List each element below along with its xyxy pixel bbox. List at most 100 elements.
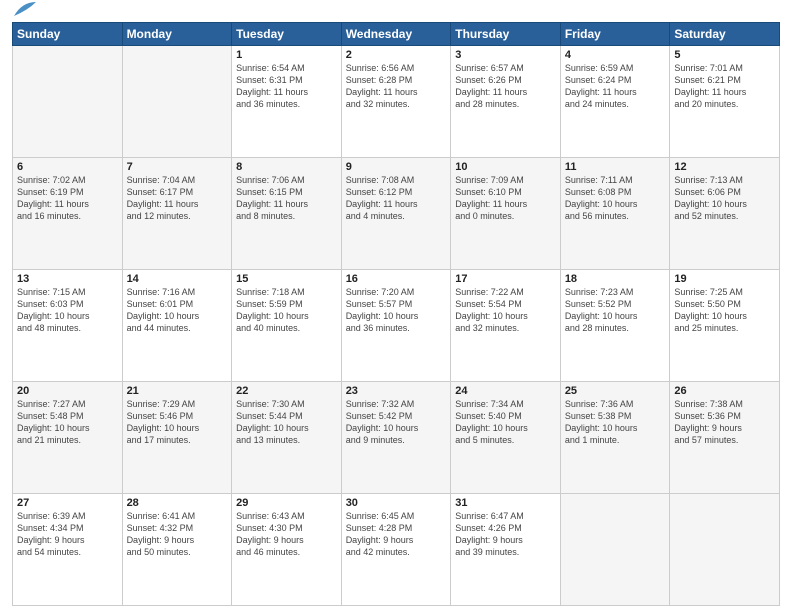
calendar-table: SundayMondayTuesdayWednesdayThursdayFrid… (12, 22, 780, 606)
day-number: 15 (236, 273, 337, 285)
day-number: 27 (17, 497, 118, 509)
day-number: 13 (17, 273, 118, 285)
day-number: 3 (455, 49, 556, 61)
calendar-cell: 29Sunrise: 6:43 AM Sunset: 4:30 PM Dayli… (232, 494, 342, 606)
day-info: Sunrise: 6:41 AM Sunset: 4:32 PM Dayligh… (127, 510, 228, 559)
week-row-2: 6Sunrise: 7:02 AM Sunset: 6:19 PM Daylig… (13, 158, 780, 270)
calendar-cell: 27Sunrise: 6:39 AM Sunset: 4:34 PM Dayli… (13, 494, 123, 606)
day-info: Sunrise: 7:11 AM Sunset: 6:08 PM Dayligh… (565, 174, 666, 223)
day-info: Sunrise: 7:08 AM Sunset: 6:12 PM Dayligh… (346, 174, 447, 223)
header (12, 10, 780, 16)
weekday-header-sunday: Sunday (13, 23, 123, 46)
day-info: Sunrise: 6:43 AM Sunset: 4:30 PM Dayligh… (236, 510, 337, 559)
calendar-cell: 23Sunrise: 7:32 AM Sunset: 5:42 PM Dayli… (341, 382, 451, 494)
day-number: 21 (127, 385, 228, 397)
calendar-cell: 6Sunrise: 7:02 AM Sunset: 6:19 PM Daylig… (13, 158, 123, 270)
calendar-cell (670, 494, 780, 606)
logo (12, 10, 36, 16)
day-info: Sunrise: 7:15 AM Sunset: 6:03 PM Dayligh… (17, 286, 118, 335)
day-info: Sunrise: 7:20 AM Sunset: 5:57 PM Dayligh… (346, 286, 447, 335)
day-info: Sunrise: 7:29 AM Sunset: 5:46 PM Dayligh… (127, 398, 228, 447)
day-number: 18 (565, 273, 666, 285)
day-info: Sunrise: 7:34 AM Sunset: 5:40 PM Dayligh… (455, 398, 556, 447)
day-number: 29 (236, 497, 337, 509)
day-info: Sunrise: 7:38 AM Sunset: 5:36 PM Dayligh… (674, 398, 775, 447)
calendar-cell: 16Sunrise: 7:20 AM Sunset: 5:57 PM Dayli… (341, 270, 451, 382)
calendar-cell: 1Sunrise: 6:54 AM Sunset: 6:31 PM Daylig… (232, 46, 342, 158)
weekday-header-tuesday: Tuesday (232, 23, 342, 46)
day-info: Sunrise: 7:25 AM Sunset: 5:50 PM Dayligh… (674, 286, 775, 335)
day-info: Sunrise: 6:39 AM Sunset: 4:34 PM Dayligh… (17, 510, 118, 559)
day-info: Sunrise: 7:32 AM Sunset: 5:42 PM Dayligh… (346, 398, 447, 447)
calendar-cell: 19Sunrise: 7:25 AM Sunset: 5:50 PM Dayli… (670, 270, 780, 382)
day-number: 30 (346, 497, 447, 509)
day-number: 9 (346, 161, 447, 173)
day-number: 25 (565, 385, 666, 397)
day-number: 24 (455, 385, 556, 397)
week-row-1: 1Sunrise: 6:54 AM Sunset: 6:31 PM Daylig… (13, 46, 780, 158)
calendar-cell: 12Sunrise: 7:13 AM Sunset: 6:06 PM Dayli… (670, 158, 780, 270)
calendar-cell: 18Sunrise: 7:23 AM Sunset: 5:52 PM Dayli… (560, 270, 670, 382)
day-number: 12 (674, 161, 775, 173)
calendar-cell: 17Sunrise: 7:22 AM Sunset: 5:54 PM Dayli… (451, 270, 561, 382)
calendar-cell: 3Sunrise: 6:57 AM Sunset: 6:26 PM Daylig… (451, 46, 561, 158)
day-number: 5 (674, 49, 775, 61)
day-info: Sunrise: 7:09 AM Sunset: 6:10 PM Dayligh… (455, 174, 556, 223)
calendar-cell: 15Sunrise: 7:18 AM Sunset: 5:59 PM Dayli… (232, 270, 342, 382)
day-info: Sunrise: 7:18 AM Sunset: 5:59 PM Dayligh… (236, 286, 337, 335)
calendar-cell (560, 494, 670, 606)
day-number: 23 (346, 385, 447, 397)
day-number: 14 (127, 273, 228, 285)
weekday-header-row: SundayMondayTuesdayWednesdayThursdayFrid… (13, 23, 780, 46)
calendar-cell: 26Sunrise: 7:38 AM Sunset: 5:36 PM Dayli… (670, 382, 780, 494)
weekday-header-thursday: Thursday (451, 23, 561, 46)
day-info: Sunrise: 6:54 AM Sunset: 6:31 PM Dayligh… (236, 62, 337, 111)
day-number: 1 (236, 49, 337, 61)
day-info: Sunrise: 7:04 AM Sunset: 6:17 PM Dayligh… (127, 174, 228, 223)
calendar-cell: 10Sunrise: 7:09 AM Sunset: 6:10 PM Dayli… (451, 158, 561, 270)
day-number: 20 (17, 385, 118, 397)
day-info: Sunrise: 7:23 AM Sunset: 5:52 PM Dayligh… (565, 286, 666, 335)
day-info: Sunrise: 7:16 AM Sunset: 6:01 PM Dayligh… (127, 286, 228, 335)
day-info: Sunrise: 7:27 AM Sunset: 5:48 PM Dayligh… (17, 398, 118, 447)
calendar-cell: 11Sunrise: 7:11 AM Sunset: 6:08 PM Dayli… (560, 158, 670, 270)
calendar-cell: 7Sunrise: 7:04 AM Sunset: 6:17 PM Daylig… (122, 158, 232, 270)
week-row-3: 13Sunrise: 7:15 AM Sunset: 6:03 PM Dayli… (13, 270, 780, 382)
calendar-cell: 4Sunrise: 6:59 AM Sunset: 6:24 PM Daylig… (560, 46, 670, 158)
day-number: 6 (17, 161, 118, 173)
calendar-cell: 28Sunrise: 6:41 AM Sunset: 4:32 PM Dayli… (122, 494, 232, 606)
day-number: 17 (455, 273, 556, 285)
day-info: Sunrise: 6:47 AM Sunset: 4:26 PM Dayligh… (455, 510, 556, 559)
week-row-5: 27Sunrise: 6:39 AM Sunset: 4:34 PM Dayli… (13, 494, 780, 606)
calendar-cell: 8Sunrise: 7:06 AM Sunset: 6:15 PM Daylig… (232, 158, 342, 270)
week-row-4: 20Sunrise: 7:27 AM Sunset: 5:48 PM Dayli… (13, 382, 780, 494)
day-number: 26 (674, 385, 775, 397)
calendar-cell: 20Sunrise: 7:27 AM Sunset: 5:48 PM Dayli… (13, 382, 123, 494)
calendar-cell: 14Sunrise: 7:16 AM Sunset: 6:01 PM Dayli… (122, 270, 232, 382)
day-number: 10 (455, 161, 556, 173)
day-number: 8 (236, 161, 337, 173)
calendar-cell: 21Sunrise: 7:29 AM Sunset: 5:46 PM Dayli… (122, 382, 232, 494)
day-number: 28 (127, 497, 228, 509)
calendar-cell: 9Sunrise: 7:08 AM Sunset: 6:12 PM Daylig… (341, 158, 451, 270)
day-info: Sunrise: 7:01 AM Sunset: 6:21 PM Dayligh… (674, 62, 775, 111)
weekday-header-saturday: Saturday (670, 23, 780, 46)
calendar-cell (122, 46, 232, 158)
day-info: Sunrise: 6:45 AM Sunset: 4:28 PM Dayligh… (346, 510, 447, 559)
calendar-cell: 22Sunrise: 7:30 AM Sunset: 5:44 PM Dayli… (232, 382, 342, 494)
page: SundayMondayTuesdayWednesdayThursdayFrid… (0, 0, 792, 612)
day-number: 16 (346, 273, 447, 285)
calendar-cell: 5Sunrise: 7:01 AM Sunset: 6:21 PM Daylig… (670, 46, 780, 158)
logo-wing-icon (14, 2, 36, 16)
day-number: 2 (346, 49, 447, 61)
day-info: Sunrise: 6:59 AM Sunset: 6:24 PM Dayligh… (565, 62, 666, 111)
weekday-header-monday: Monday (122, 23, 232, 46)
calendar-cell (13, 46, 123, 158)
day-info: Sunrise: 7:02 AM Sunset: 6:19 PM Dayligh… (17, 174, 118, 223)
day-number: 19 (674, 273, 775, 285)
day-info: Sunrise: 7:22 AM Sunset: 5:54 PM Dayligh… (455, 286, 556, 335)
calendar-cell: 13Sunrise: 7:15 AM Sunset: 6:03 PM Dayli… (13, 270, 123, 382)
day-info: Sunrise: 7:13 AM Sunset: 6:06 PM Dayligh… (674, 174, 775, 223)
day-info: Sunrise: 6:57 AM Sunset: 6:26 PM Dayligh… (455, 62, 556, 111)
weekday-header-friday: Friday (560, 23, 670, 46)
